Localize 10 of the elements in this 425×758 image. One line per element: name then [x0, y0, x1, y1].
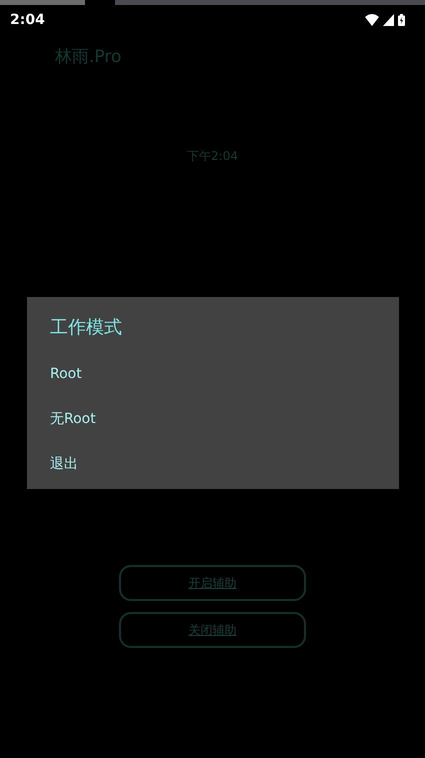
dialog-option[interactable]: 无Root [50, 396, 399, 441]
signal-icon [383, 14, 394, 26]
battery-icon [398, 14, 405, 26]
app-title: 林雨.Pro [55, 46, 122, 68]
wifi-icon [365, 14, 379, 26]
dialog-option[interactable]: 退出 [50, 441, 399, 486]
dialog-title: 工作模式 [50, 316, 123, 339]
dialog-option[interactable]: Root [50, 351, 399, 396]
status-time: 2:04 [10, 12, 45, 28]
clock-text: 下午2:04 [187, 148, 238, 165]
